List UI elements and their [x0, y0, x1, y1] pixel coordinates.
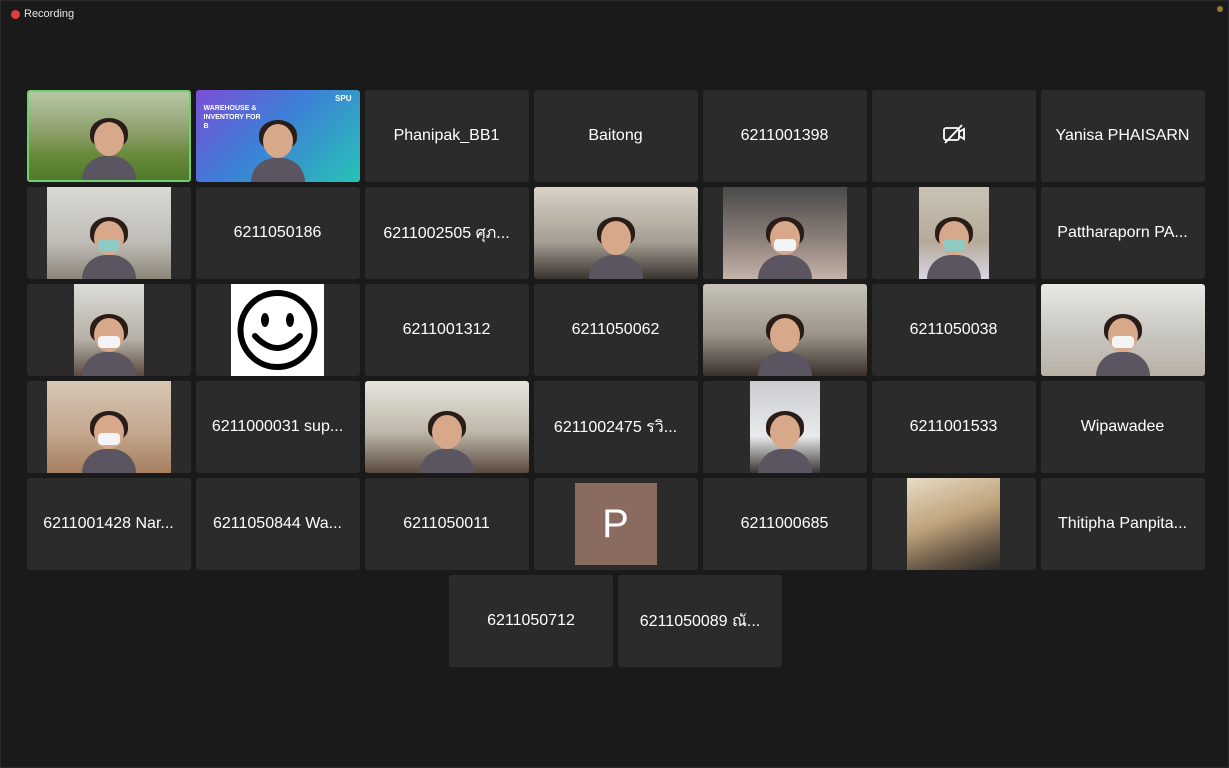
gallery-row: 6211050186 6211002505 ศุภ... Pattharaporn … [26, 187, 1205, 279]
gallery-row: 6211001428 Nar... 6211050844 Wa... 6211050… [26, 478, 1205, 570]
participant-tile[interactable]: 6211050011 [364, 478, 529, 570]
participant-name: 6211050089 ณั... [639, 612, 761, 630]
participant-tile[interactable]: Thitipha Panpita... [1040, 478, 1205, 570]
recording-indicator: Recording [11, 8, 74, 20]
gallery-row: WAREHOUSE & INVENTORY FOR B SPU Phanipak_B… [26, 90, 1205, 182]
participant-tile[interactable] [26, 381, 191, 473]
record-dot-icon [11, 9, 20, 19]
participant-tile[interactable]: 6211000031 sup... [195, 381, 360, 473]
participant-tile[interactable]: Pattharaporn PA... [1040, 187, 1205, 279]
participant-video [533, 187, 698, 279]
participant-video [73, 284, 144, 376]
participant-name: 6211050011 [403, 515, 490, 532]
participant-name: Wipawadee [1080, 418, 1165, 435]
person-silhouette [81, 118, 136, 180]
participant-tile[interactable]: Phanipak_BB1 [364, 90, 529, 182]
participant-name: Baitong [588, 127, 643, 144]
participant-tile[interactable] [871, 90, 1036, 182]
smiley-profile-image [230, 284, 324, 376]
participant-tile[interactable] [195, 284, 360, 376]
window-status-dot-icon [1217, 6, 1223, 12]
participant-video [46, 187, 171, 279]
participant-tile[interactable]: Yanisa PHAISARN [1040, 90, 1205, 182]
person-silhouette [757, 411, 812, 473]
participant-tile[interactable]: 6211002475 รวิ... [533, 381, 698, 473]
participant-name: 6211001398 [740, 127, 829, 144]
participant-video [722, 187, 847, 279]
participant-video [749, 381, 820, 473]
participant-tile[interactable]: P [533, 478, 698, 570]
participant-tile[interactable]: 6211050089 ณั... [618, 575, 782, 667]
participant-tile[interactable]: 6211050712 [449, 575, 613, 667]
participant-name: 6211050062 [571, 321, 660, 338]
participant-video: WAREHOUSE & INVENTORY FOR B SPU [195, 90, 360, 182]
person-silhouette [81, 411, 136, 473]
participant-tile[interactable] [702, 284, 867, 376]
participant-tile[interactable] [1040, 284, 1205, 376]
participant-video [918, 187, 989, 279]
meeting-window: Recording WAREHOUSE & INVENTORY FOR B SPU… [0, 0, 1229, 768]
participant-avatar: P [574, 483, 657, 565]
recording-label: Recording [24, 8, 75, 20]
participant-name: 6211002475 รวิ... [553, 418, 678, 436]
participant-video [46, 381, 171, 473]
participant-tile[interactable] [871, 478, 1036, 570]
gallery-row: 6211001312 6211050062 6211050038 [26, 284, 1205, 376]
participant-tile[interactable] [702, 187, 867, 279]
participant-tile[interactable]: 6211050186 [195, 187, 360, 279]
participant-name: 6211050038 [909, 321, 998, 338]
participant-name: 6211000031 sup... [211, 418, 344, 435]
person-silhouette [1095, 314, 1150, 376]
participant-tile[interactable]: Baitong [533, 90, 698, 182]
participant-tile[interactable]: 6211002505 ศุภ... [364, 187, 529, 279]
participant-name: Pattharaporn PA... [1057, 224, 1188, 241]
participant-tile[interactable] [533, 187, 698, 279]
participant-tile[interactable]: 6211001428 Nar... [26, 478, 191, 570]
participant-tile[interactable]: 6211050062 [533, 284, 698, 376]
participant-gallery: WAREHOUSE & INVENTORY FOR B SPU Phanipak_B… [26, 90, 1205, 672]
participant-tile[interactable]: 6211000685 [702, 478, 867, 570]
participant-name: Phanipak_BB1 [393, 127, 500, 144]
participant-tile[interactable] [702, 381, 867, 473]
person-silhouette [757, 314, 812, 376]
participant-tile[interactable]: 6211001312 [364, 284, 529, 376]
participant-tile[interactable] [26, 90, 191, 182]
person-silhouette [926, 217, 981, 279]
participant-name: 6211002505 ศุภ... [383, 224, 510, 242]
person-silhouette [419, 411, 474, 473]
participant-video [28, 92, 189, 180]
participant-name: 6211050712 [487, 612, 575, 629]
participant-name: 6211001428 Nar... [43, 515, 174, 532]
participant-name: 6211050186 [233, 224, 322, 241]
participant-name: 6211001312 [402, 321, 491, 338]
gallery-row: 6211050712 6211050089 ณั... [26, 575, 1205, 667]
participant-name: 6211001533 [909, 418, 998, 435]
person-silhouette [588, 217, 643, 279]
participant-tile[interactable]: 6211001533 [871, 381, 1036, 473]
participant-name: Yanisa PHAISARN [1055, 127, 1190, 144]
person-silhouette [81, 314, 136, 376]
participant-tile[interactable] [26, 187, 191, 279]
participant-name: Thitipha Panpita... [1058, 515, 1187, 532]
participant-tile[interactable] [364, 381, 529, 473]
person-silhouette [757, 217, 812, 279]
participant-tile[interactable]: 6211050844 Wa... [195, 478, 360, 570]
participant-tile[interactable]: 6211001398 [702, 90, 867, 182]
participant-video [1040, 284, 1205, 376]
participant-tile[interactable] [871, 187, 1036, 279]
person-silhouette [81, 217, 136, 279]
participant-name: 6211000685 [740, 515, 829, 532]
participant-tile[interactable]: 6211050038 [871, 284, 1036, 376]
video-off-icon [942, 123, 966, 150]
gallery-row: 6211000031 sup... 6211002475 รวิ... 621100… [26, 381, 1205, 473]
participant-tile[interactable] [26, 284, 191, 376]
participant-tile[interactable]: Wipawadee [1040, 381, 1205, 473]
participant-tile[interactable]: WAREHOUSE & INVENTORY FOR B SPU [195, 90, 360, 182]
participant-video [702, 284, 867, 376]
participant-video [364, 381, 529, 473]
participant-video [906, 478, 1000, 570]
person-silhouette [250, 120, 305, 182]
slide-logo: SPU [335, 94, 352, 103]
participant-name: 6211050844 Wa... [213, 515, 342, 532]
